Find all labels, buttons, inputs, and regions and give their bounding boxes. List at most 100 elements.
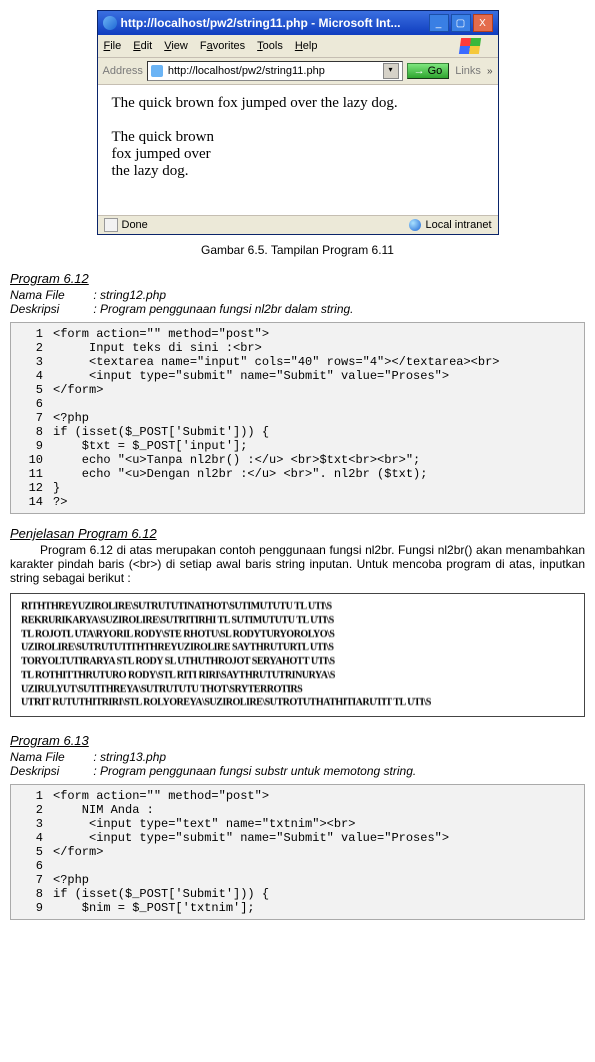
code-line: 7<?php (11, 411, 584, 425)
line-number: 14 (11, 495, 53, 509)
menu-view[interactable]: View (164, 40, 188, 52)
line-number: 1 (11, 789, 53, 803)
line-number: 9 (11, 439, 53, 453)
address-dropdown-icon[interactable]: ▾ (383, 63, 399, 79)
line-text: <?php (53, 873, 89, 887)
file-label: Nama File (10, 288, 90, 302)
line-text: <input type="submit" name="Submit" value… (53, 369, 449, 383)
file-value: : string12.php (93, 288, 166, 302)
menu-help[interactable]: Help (295, 40, 318, 52)
line-text: echo "<u>Dengan nl2br :</u> <br>". nl2br… (53, 467, 427, 481)
code-line: 14?> (11, 495, 584, 509)
links-chevron-icon[interactable]: » (487, 66, 493, 77)
page-content: The quick brown fox jumped over the lazy… (98, 85, 498, 215)
address-label: Address (103, 65, 143, 77)
code-line: 10 echo "<u>Tanpa nl2br() :</u> <br>$txt… (11, 453, 584, 467)
program-612-desc: Deskripsi : Program penggunaan fungsi nl… (10, 302, 585, 316)
code-line: 2 NIM Anda : (11, 803, 584, 817)
menu-favorites[interactable]: Favorites (200, 40, 245, 52)
close-button[interactable]: X (473, 14, 493, 32)
code-line: 3 <input type="text" name="txtnim"><br> (11, 817, 584, 831)
menu-edit[interactable]: Edit (133, 40, 152, 52)
line-number: 2 (11, 341, 53, 355)
code-line: 1<form action="" method="post"> (11, 789, 584, 803)
document-icon (104, 218, 118, 232)
status-zone: Local intranet (425, 219, 491, 231)
address-input-wrapper: ▾ (147, 61, 403, 81)
explanation-612-text: Program 6.12 di atas merupakan contoh pe… (10, 543, 585, 585)
line-number: 6 (11, 859, 53, 873)
go-label: Go (428, 65, 443, 77)
program-612-file: Nama File : string12.php (10, 288, 585, 302)
line-number: 8 (11, 887, 53, 901)
line-text: echo "<u>Tanpa nl2br() :</u> <br>$txt<br… (53, 453, 420, 467)
code-line: 6 (11, 397, 584, 411)
line-text: <textarea name="input" cols="40" rows="4… (53, 355, 499, 369)
minimize-button[interactable]: _ (429, 14, 449, 32)
line-number: 3 (11, 355, 53, 369)
line-text: Input teks di sini :<br> (53, 341, 262, 355)
content-line-2: The quick brown (112, 129, 484, 146)
desc-label-613: Deskripsi (10, 764, 90, 778)
line-number: 10 (11, 453, 53, 467)
address-bar: Address ▾ → Go Links » (98, 58, 498, 85)
menu-tools[interactable]: Tools (257, 40, 283, 52)
code-line: 9 $nim = $_POST['txtnim']; (11, 901, 584, 915)
desc-label: Deskripsi (10, 302, 90, 316)
windows-flag-icon (458, 38, 480, 54)
line-number: 4 (11, 831, 53, 845)
status-done: Done (122, 219, 148, 231)
line-text: <?php (53, 411, 89, 425)
figure-caption: Gambar 6.5. Tampilan Program 6.11 (10, 243, 585, 257)
content-line-1: The quick brown fox jumped over the lazy… (112, 95, 484, 112)
intranet-icon (409, 219, 421, 231)
line-number: 9 (11, 901, 53, 915)
maximize-button[interactable]: ▢ (451, 14, 471, 32)
code-line: 4 <input type="submit" name="Submit" val… (11, 369, 584, 383)
code-line: 6 (11, 859, 584, 873)
go-button[interactable]: → Go (407, 63, 450, 79)
program-612-heading: Program 6.12 (10, 271, 585, 286)
code-line: 12} (11, 481, 584, 495)
line-number: 5 (11, 845, 53, 859)
line-text: </form> (53, 845, 103, 859)
line-text: <form action="" method="post"> (53, 327, 269, 341)
sample-text-image: RITHTHREYUZIROLIRE\SUTRUTUTINATHOT\SUTIM… (10, 593, 585, 717)
code-line: 5</form> (11, 383, 584, 397)
window-control-buttons: _ ▢ X (429, 14, 493, 32)
line-number: 12 (11, 481, 53, 495)
content-line-4: the lazy dog. (112, 163, 484, 180)
code-line: 11 echo "<u>Dengan nl2br :</u> <br>". nl… (11, 467, 584, 481)
explanation-612-heading: Penjelasan Program 6.12 (10, 526, 585, 541)
code-block-612: 1<form action="" method="post">2 Input t… (10, 322, 585, 514)
content-line-3: fox jumped over (112, 146, 484, 163)
line-number: 11 (11, 467, 53, 481)
code-line: 1<form action="" method="post"> (11, 327, 584, 341)
line-number: 6 (11, 397, 53, 411)
code-line: 4 <input type="submit" name="Submit" val… (11, 831, 584, 845)
program-613-file: Nama File : string13.php (10, 750, 585, 764)
menu-file[interactable]: File (104, 40, 122, 52)
go-arrow-icon: → (414, 65, 425, 77)
line-text: $txt = $_POST['input']; (53, 439, 247, 453)
line-number: 3 (11, 817, 53, 831)
line-text: </form> (53, 383, 103, 397)
ie-logo-icon (103, 16, 117, 30)
address-input[interactable] (166, 64, 380, 78)
code-line: 9 $txt = $_POST['input']; (11, 439, 584, 453)
line-text: <input type="text" name="txtnim"><br> (53, 817, 355, 831)
desc-value-613: : Program penggunaan fungsi substr untuk… (93, 764, 416, 778)
desc-value: : Program penggunaan fungsi nl2br dalam … (93, 302, 353, 316)
line-number: 1 (11, 327, 53, 341)
code-block-613: 1<form action="" method="post">2 NIM And… (10, 784, 585, 920)
code-line: 3 <textarea name="input" cols="40" rows=… (11, 355, 584, 369)
page-icon (151, 65, 163, 77)
line-number: 4 (11, 369, 53, 383)
program-613-desc: Deskripsi : Program penggunaan fungsi su… (10, 764, 585, 778)
line-text: } (53, 481, 60, 495)
line-text: <input type="submit" name="Submit" value… (53, 831, 449, 845)
links-label: Links (453, 65, 483, 77)
menu-bar: File Edit View Favorites Tools Help (98, 35, 498, 58)
line-number: 8 (11, 425, 53, 439)
file-value-613: : string13.php (93, 750, 166, 764)
